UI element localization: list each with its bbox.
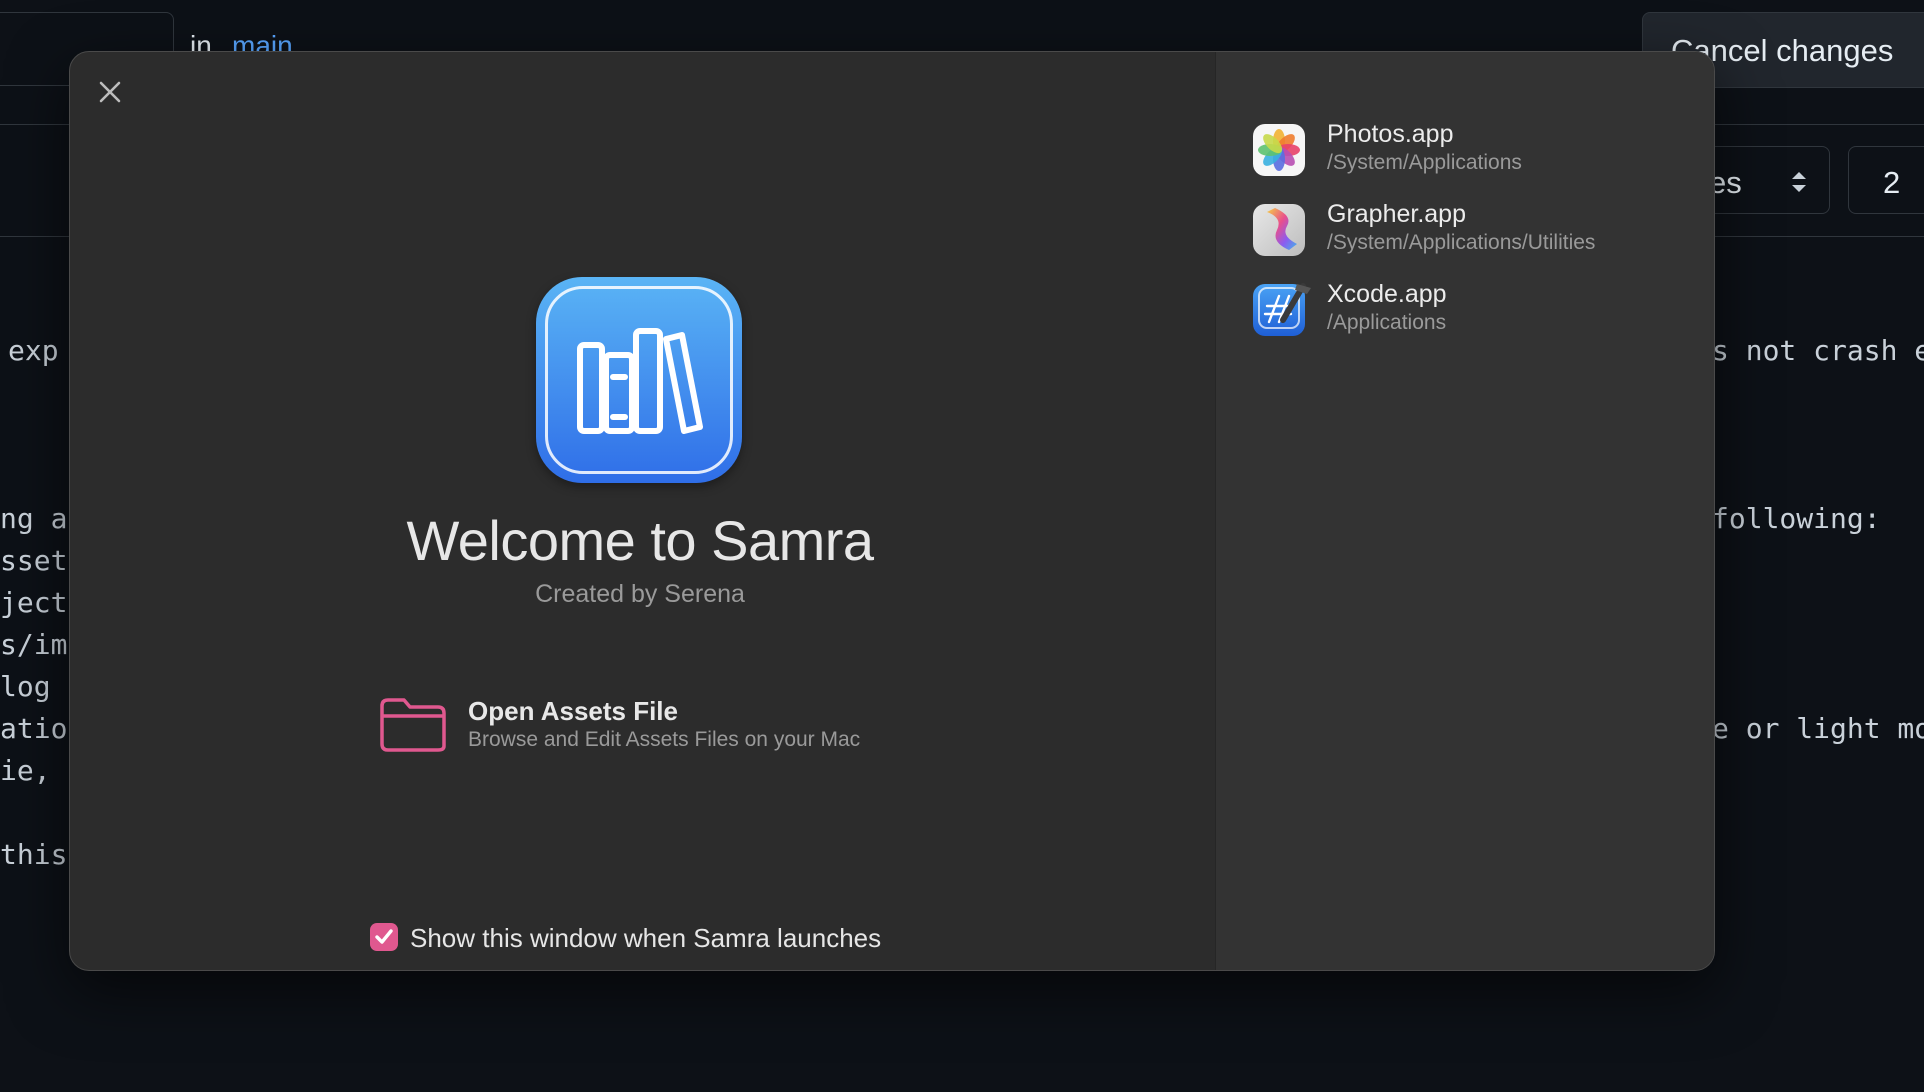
- indent-size-value: 2: [1883, 165, 1901, 200]
- code-line: s not crash e: [1712, 334, 1924, 367]
- select-arrows-icon: [1792, 172, 1806, 192]
- photos-icon: [1253, 124, 1305, 176]
- recent-item-grapher[interactable]: Grapher.app /System/Applications/Utiliti…: [1253, 200, 1693, 264]
- recent-item-photos[interactable]: Photos.app /System/Applications: [1253, 120, 1693, 184]
- code-line: e or light mo: [1712, 712, 1924, 745]
- recent-item-path: /System/Applications/Utilities: [1327, 231, 1596, 254]
- welcome-subtitle: Created by Serena: [535, 580, 745, 608]
- open-assets-description: Browse and Edit Assets Files on your Mac: [468, 728, 861, 751]
- bookshelf-icon: [577, 328, 703, 434]
- recent-item-xcode[interactable]: Xcode.app /Applications: [1253, 280, 1693, 344]
- welcome-window: Welcome to Samra Created by Serena Open …: [69, 51, 1715, 971]
- show-on-launch-label: Show this window when Samra launches: [410, 923, 882, 953]
- grapher-icon: [1253, 204, 1305, 256]
- folder-icon: [380, 698, 446, 752]
- recent-item-name: Xcode.app: [1327, 280, 1447, 308]
- xcode-icon: [1253, 283, 1311, 336]
- close-icon[interactable]: [92, 74, 128, 110]
- recent-item-name: Photos.app: [1327, 120, 1454, 148]
- checkmark-icon: [375, 929, 393, 944]
- recent-item-name: Grapher.app: [1327, 200, 1466, 228]
- recent-files-pane: Photos.app /System/Applications Grapher.…: [1215, 52, 1714, 970]
- code-line: following:: [1712, 502, 1881, 535]
- indent-size-input[interactable]: 2: [1848, 146, 1924, 214]
- open-assets-title: Open Assets File: [468, 696, 678, 726]
- samra-app-icon: [536, 277, 742, 483]
- show-on-launch-checkbox[interactable]: [370, 923, 398, 951]
- code-line: exp: [8, 334, 59, 367]
- open-assets-file-button[interactable]: Open Assets File Browse and Edit Assets …: [378, 688, 938, 768]
- recent-item-path: /Applications: [1327, 311, 1447, 334]
- recent-item-path: /System/Applications: [1327, 151, 1522, 174]
- welcome-title: Welcome to Samra: [406, 509, 874, 572]
